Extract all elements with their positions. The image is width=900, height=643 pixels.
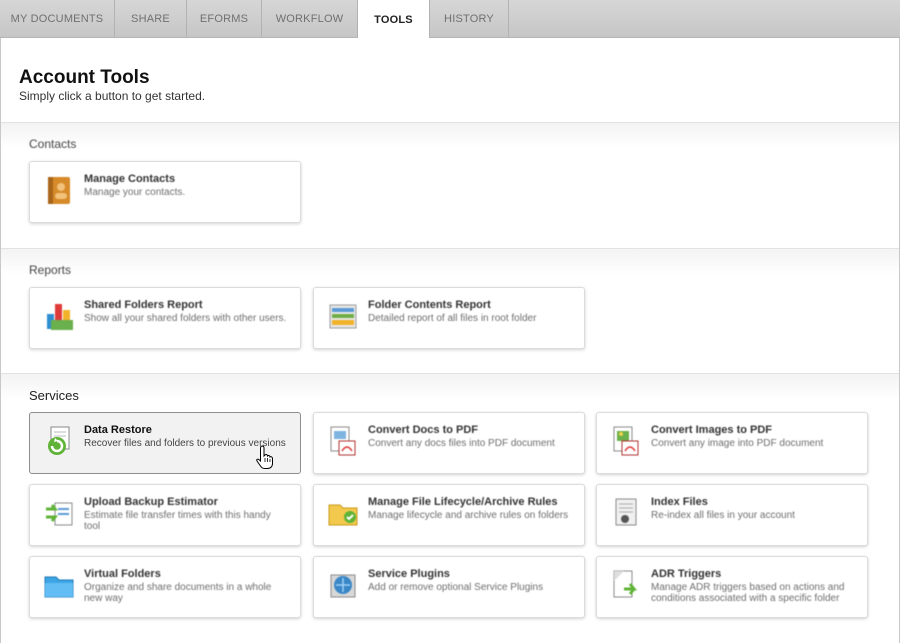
tab-history[interactable]: HISTORY (430, 0, 509, 38)
section-title-reports: Reports (29, 263, 72, 277)
card-convert-images-pdf[interactable]: Convert Images to PDF Convert any image … (596, 412, 868, 474)
card-title: Virtual Folders (84, 568, 161, 580)
card-title: Manage File Lifecycle/Archive Rules (368, 496, 558, 508)
address-book-icon (48, 177, 70, 204)
virtual-folder-icon (44, 576, 74, 598)
section-title-services: Services (29, 388, 79, 403)
page-title: Account Tools (19, 67, 150, 88)
card-title: Upload Backup Estimator (84, 496, 218, 508)
card-virtual-folders[interactable]: Virtual Folders Organize and share docum… (29, 556, 301, 618)
convert-docs-pdf-icon (330, 426, 356, 456)
card-description: Add or remove optional Service Plugins (368, 582, 544, 593)
card-description: Organize and share documents in a whole … (84, 582, 272, 604)
card-title: Convert Docs to PDF (368, 424, 479, 436)
card-description: Convert any image into PDF document (651, 438, 824, 449)
shared-folders-report-icon (47, 304, 73, 330)
tab-my-documents[interactable]: MY DOCUMENTS (0, 0, 115, 38)
card-manage-lifecycle[interactable]: Manage File Lifecycle/Archive Rules Mana… (313, 484, 585, 546)
card-description: Detailed report of all files in root fol… (368, 313, 537, 324)
card-description: Manage lifecycle and archive rules on fo… (368, 510, 569, 521)
card-description: Show all your shared folders with other … (84, 313, 287, 324)
lifecycle-folder-icon (328, 504, 358, 526)
card-shared-folders-report[interactable]: Shared Folders Report Show all your shar… (29, 287, 301, 349)
adr-triggers-icon (613, 570, 638, 598)
page-subtitle: Simply click a button to get started. (19, 89, 206, 103)
section-title-contacts: Contacts (29, 137, 77, 151)
card-title: Convert Images to PDF (651, 424, 773, 436)
card-title: Data Restore (84, 424, 152, 436)
convert-images-pdf-icon (613, 426, 639, 456)
card-description: Re-index all files in your account (651, 510, 795, 521)
card-manage-contacts[interactable]: Manage Contacts Manage your contacts. (29, 161, 301, 223)
card-title: Service Plugins (368, 568, 450, 580)
service-plugins-icon (330, 574, 356, 598)
data-restore-icon (48, 426, 70, 455)
card-description: Estimate file transfer times with this h… (84, 510, 271, 532)
tab-bar: MY DOCUMENTS SHARE EFORMS WORKFLOW TOOLS… (0, 0, 900, 39)
hand-cursor-icon (256, 445, 273, 469)
card-title: Shared Folders Report (84, 299, 203, 311)
card-title: ADR Triggers (651, 568, 722, 580)
card-upload-backup-estimator[interactable]: Upload Backup Estimator Estimate file tr… (29, 484, 301, 546)
card-description: Manage your contacts. (84, 187, 186, 198)
card-description: Manage ADR triggers based on actions and… (651, 582, 845, 604)
tab-eforms[interactable]: EFORMS (187, 0, 262, 38)
tab-workflow[interactable]: WORKFLOW (262, 0, 358, 38)
card-service-plugins[interactable]: Service Plugins Add or remove optional S… (313, 556, 585, 618)
index-files-icon (615, 498, 637, 526)
folder-contents-report-icon (329, 304, 357, 329)
tab-share[interactable]: SHARE (115, 0, 187, 38)
card-title: Index Files (651, 496, 708, 508)
upload-estimator-icon (46, 502, 73, 526)
card-title: Folder Contents Report (368, 299, 491, 311)
tab-tools[interactable]: TOOLS (357, 0, 430, 39)
card-title: Manage Contacts (84, 173, 176, 185)
card-description: Convert any docs files into PDF document (368, 438, 555, 449)
card-index-files[interactable]: Index Files Re-index all files in your a… (596, 484, 868, 546)
card-folder-contents-report[interactable]: Folder Contents Report Detailed report o… (313, 287, 585, 349)
card-adr-triggers[interactable]: ADR Triggers Manage ADR triggers based o… (596, 556, 868, 618)
card-convert-docs-pdf[interactable]: Convert Docs to PDF Convert any docs fil… (313, 412, 585, 474)
